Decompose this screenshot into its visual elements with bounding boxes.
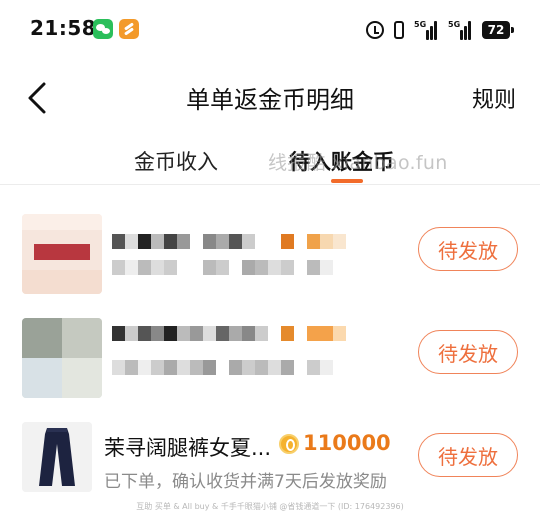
pending-release-button[interactable]: 待发放 [418, 330, 518, 374]
tab-pending-coins[interactable]: 待入账金币 [289, 146, 394, 176]
footer-watermark: 互助 买单 & All buy & 千手千眼猫小铺 @省钱通道一下 (ID: 1… [136, 502, 404, 511]
pending-release-button[interactable]: 待发放 [418, 227, 518, 271]
battery-icon: 72 [482, 21, 514, 39]
tab-bar: 金币收入 待入账金币 [0, 140, 540, 185]
list-item[interactable]: 待发放 [0, 214, 540, 318]
coin-amount: 110000 [303, 431, 391, 455]
page-title: 单单返金币明细 [186, 86, 354, 114]
alarm-icon [366, 21, 384, 39]
wechat-icon [93, 19, 113, 39]
status-bar: 21:58 5G 5G 72 [0, 0, 540, 58]
coin-icon [279, 434, 299, 454]
redacted-desc [112, 260, 333, 276]
redacted-desc [112, 360, 333, 376]
status-time: 21:58 [30, 16, 97, 40]
product-thumbnail [22, 318, 102, 398]
signal-icon: 5G [448, 20, 472, 40]
item-description: 已下单，确认收货并满7天后发放奖励 [104, 472, 387, 492]
status-icons: 5G 5G 72 [366, 18, 514, 42]
list-item[interactable]: 待发放 [0, 318, 540, 422]
product-thumbnail [22, 214, 102, 294]
signal-icon: 5G [414, 20, 438, 40]
redacted-title [112, 234, 346, 250]
tab-coin-income[interactable]: 金币收入 [134, 146, 218, 176]
redacted-title [112, 326, 346, 342]
pending-release-button[interactable]: 待发放 [418, 433, 518, 477]
nav-bar: 单单返金币明细 规则 [0, 58, 540, 136]
product-thumbnail [22, 422, 92, 492]
vibrate-icon [394, 21, 404, 39]
rules-link[interactable]: 规则 [472, 82, 516, 114]
tab-active-indicator [331, 179, 363, 183]
orange-app-icon [119, 19, 139, 39]
item-title: 茉寻阔腿裤女夏... [104, 436, 272, 460]
